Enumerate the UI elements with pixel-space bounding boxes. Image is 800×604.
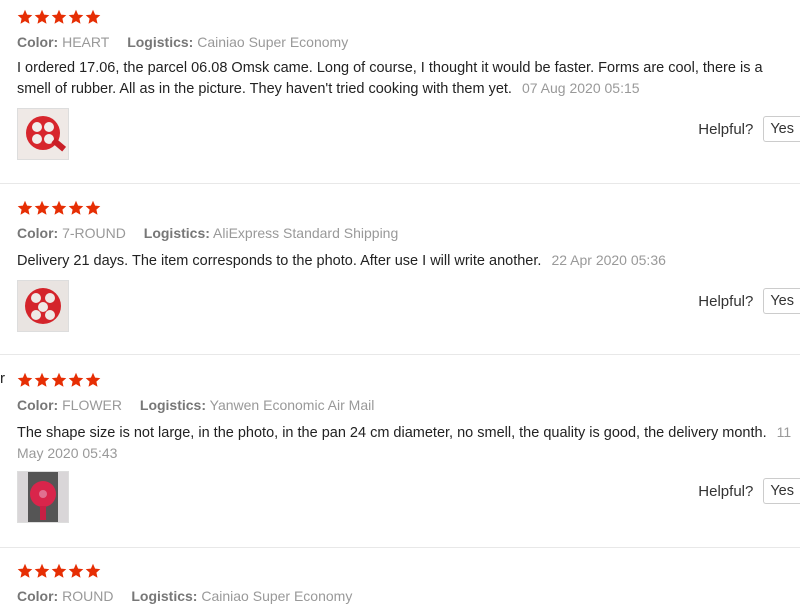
logistics-value: AliExpress Standard Shipping xyxy=(213,225,399,241)
review-item: Color: 7-ROUND Logistics: AliExpress Sta… xyxy=(0,184,800,355)
helpful-label: Helpful? xyxy=(698,120,754,138)
review-item: Color: ROUND Logistics: Cainiao Super Ec… xyxy=(0,548,800,604)
logistics-value: Cainiao Super Economy xyxy=(201,588,353,604)
star-rating xyxy=(17,563,101,581)
review-text: I ordered 17.06, the parcel 06.08 Omsk c… xyxy=(17,58,792,99)
star-rating xyxy=(17,9,101,27)
review-body: I ordered 17.06, the parcel 06.08 Omsk c… xyxy=(17,60,763,97)
star-icon xyxy=(85,9,101,24)
star-icon xyxy=(34,9,50,24)
star-icon xyxy=(68,200,84,215)
review-date: 22 Apr 2020 05:36 xyxy=(551,252,666,268)
logistics-label: Logistics: xyxy=(139,397,207,413)
star-icon xyxy=(34,372,50,387)
helpful-yes-button[interactable]: Yes xyxy=(763,116,800,142)
review-body: Delivery 21 days. The item corresponds t… xyxy=(17,253,542,269)
review-meta: Color: 7-ROUND Logistics: AliExpress Sta… xyxy=(17,225,412,241)
helpful-control: Helpful? Yes xyxy=(698,478,800,504)
color-value: 7-ROUND xyxy=(62,225,126,241)
star-icon xyxy=(51,563,67,578)
helpful-label: Helpful? xyxy=(698,482,754,500)
star-icon xyxy=(51,200,67,215)
star-icon xyxy=(68,9,84,24)
color-value: HEART xyxy=(62,34,110,50)
color-label: Color: xyxy=(17,34,59,50)
star-icon xyxy=(17,563,33,578)
color-label: Color: xyxy=(17,397,59,413)
star-icon xyxy=(34,563,50,578)
star-icon xyxy=(17,200,33,215)
review-body: The shape size is not large, in the phot… xyxy=(17,425,767,441)
star-rating xyxy=(17,200,101,218)
star-icon xyxy=(85,563,101,578)
star-icon xyxy=(17,9,33,24)
star-icon xyxy=(51,9,67,24)
logistics-value: Yanwen Economic Air Mail xyxy=(209,397,375,413)
review-text: The shape size is not large, in the phot… xyxy=(17,422,792,464)
heart-mold-photo xyxy=(18,109,68,159)
helpful-yes-button[interactable]: Yes xyxy=(763,478,800,504)
review-meta: Color: ROUND Logistics: Cainiao Super Ec… xyxy=(17,588,366,604)
star-icon xyxy=(68,372,84,387)
review-date: 07 Aug 2020 05:15 xyxy=(521,80,640,96)
star-icon xyxy=(85,200,101,215)
color-value: ROUND xyxy=(62,588,114,604)
star-icon xyxy=(68,563,84,578)
logistics-label: Logistics: xyxy=(131,588,198,604)
helpful-control: Helpful? Yes xyxy=(698,116,800,142)
helpful-control: Helpful? Yes xyxy=(698,288,800,314)
color-label: Color: xyxy=(17,225,59,241)
logistics-label: Logistics: xyxy=(127,34,194,50)
color-label: Color: xyxy=(17,588,59,604)
helpful-yes-button[interactable]: Yes xyxy=(763,288,800,314)
review-text: Delivery 21 days. The item corresponds t… xyxy=(17,250,792,271)
round-mold-photo xyxy=(18,281,68,331)
review-photo[interactable] xyxy=(17,108,69,160)
helpful-label: Helpful? xyxy=(698,292,754,310)
review-meta: Color: FLOWER Logistics: Yanwen Economic… xyxy=(17,397,388,413)
logistics-value: Cainiao Super Economy xyxy=(197,34,349,50)
star-icon xyxy=(17,372,33,387)
star-rating xyxy=(17,372,101,390)
logistics-label: Logistics: xyxy=(143,225,210,241)
review-item: Color: HEART Logistics: Cainiao Super Ec… xyxy=(0,0,800,184)
review-photo[interactable] xyxy=(17,280,69,332)
review-item: Color: FLOWER Logistics: Yanwen Economic… xyxy=(0,355,800,548)
review-meta: Color: HEART Logistics: Cainiao Super Ec… xyxy=(17,34,362,50)
star-icon xyxy=(85,372,101,387)
color-value: FLOWER xyxy=(62,397,122,413)
star-icon xyxy=(51,372,67,387)
review-photo[interactable] xyxy=(17,471,69,523)
flower-mold-photo xyxy=(18,472,68,522)
star-icon xyxy=(34,200,50,215)
